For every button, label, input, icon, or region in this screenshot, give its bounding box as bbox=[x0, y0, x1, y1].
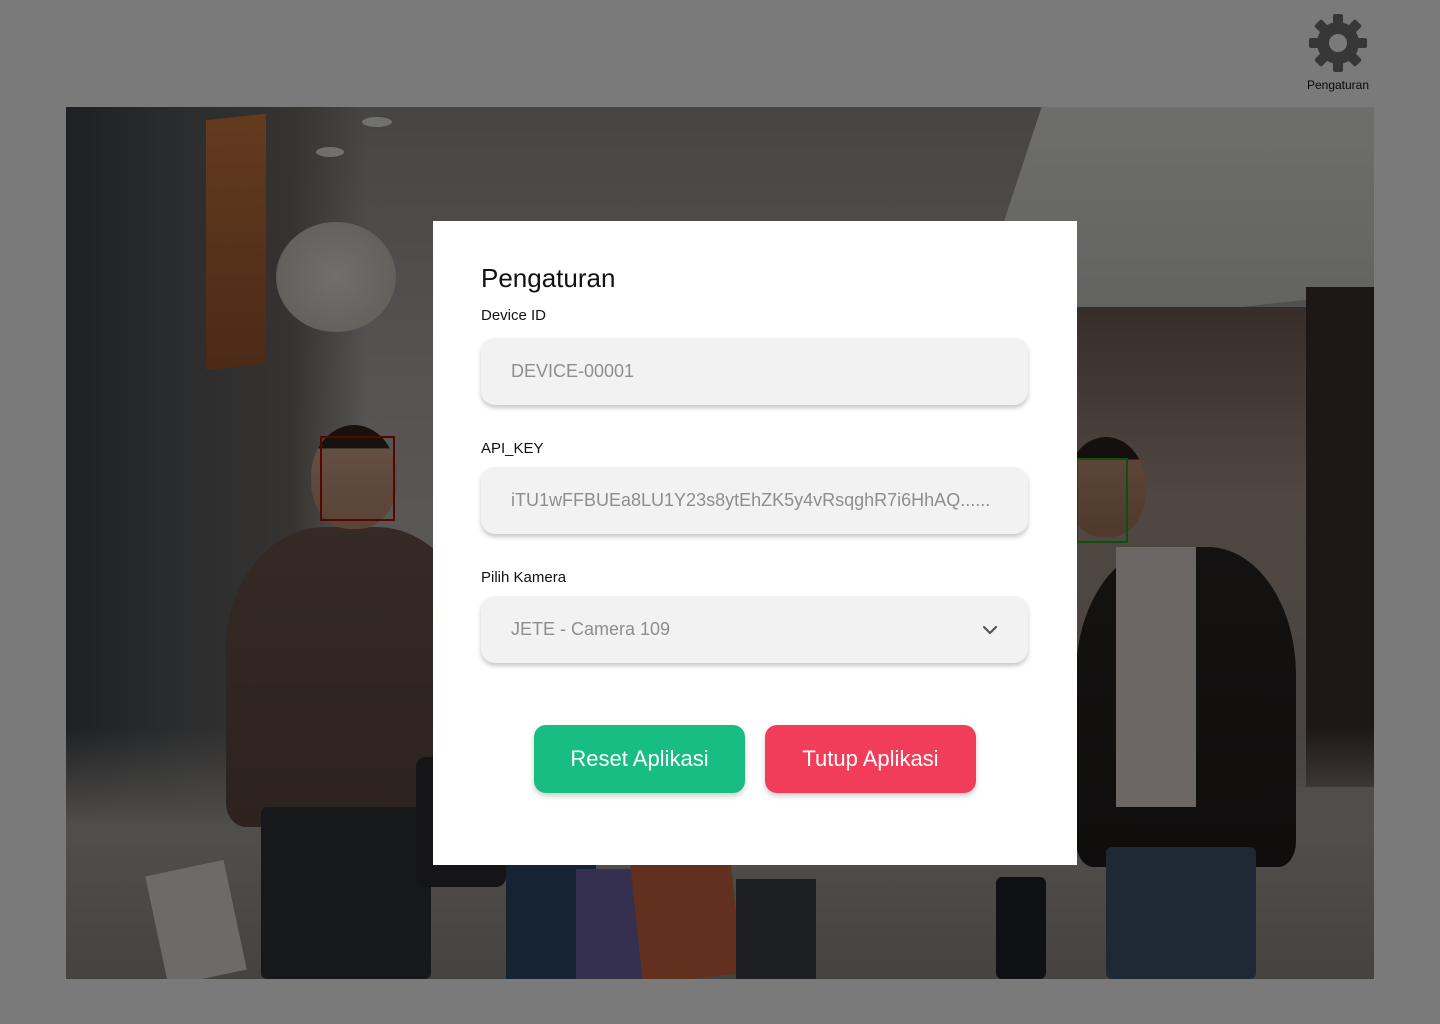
modal-title: Pengaturan bbox=[481, 263, 616, 293]
device-id-input[interactable] bbox=[511, 361, 998, 382]
camera-select[interactable]: JETE - Camera 109 bbox=[481, 596, 1028, 663]
scene-store-door bbox=[1306, 287, 1374, 787]
shopping-bag bbox=[736, 879, 816, 979]
api-key-field[interactable] bbox=[481, 467, 1028, 534]
person-shopper-left-legs bbox=[261, 807, 431, 979]
face-detection-box-unrecognized bbox=[320, 436, 395, 521]
device-id-field[interactable] bbox=[481, 338, 1028, 405]
scene-store-sign bbox=[206, 113, 266, 371]
settings-label: Pengaturan bbox=[1306, 78, 1370, 92]
reset-app-button[interactable]: Reset Aplikasi bbox=[534, 725, 745, 793]
person-shopper-right-shirt bbox=[1116, 547, 1196, 807]
face-detection-box-recognized bbox=[1076, 458, 1128, 543]
shopping-bag bbox=[996, 877, 1046, 979]
device-id-label: Device ID bbox=[481, 307, 547, 324]
shopping-bags-group bbox=[506, 846, 826, 979]
settings-modal: Pengaturan Device ID API_KEY Pilih Kamer… bbox=[433, 221, 1077, 865]
ceiling-light bbox=[316, 147, 344, 157]
camera-select-label: Pilih Kamera bbox=[481, 569, 567, 586]
ceiling-light bbox=[362, 117, 392, 127]
settings-button[interactable]: Pengaturan bbox=[1300, 12, 1376, 98]
chevron-down-icon bbox=[982, 625, 998, 635]
gear-icon bbox=[1307, 12, 1369, 74]
camera-select-value: JETE - Camera 109 bbox=[511, 619, 671, 639]
close-app-button[interactable]: Tutup Aplikasi bbox=[765, 725, 976, 793]
app-root: Pengaturan Pengaturan Device ID DEVICE-0… bbox=[0, 0, 1440, 1024]
scene-lamp bbox=[276, 222, 396, 332]
shopping-bag bbox=[629, 846, 743, 979]
api-key-input[interactable] bbox=[511, 490, 998, 511]
person-shopper-right-legs bbox=[1106, 847, 1256, 979]
api-key-label: API_KEY bbox=[481, 440, 544, 457]
